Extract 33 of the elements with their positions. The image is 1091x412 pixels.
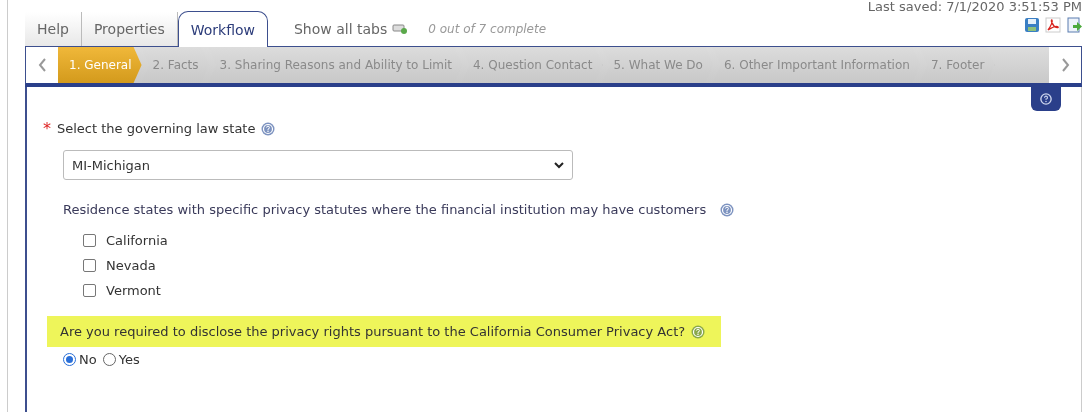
radio-label[interactable]: No — [79, 352, 97, 367]
tab[interactable]: Help — [25, 12, 82, 46]
help-icon[interactable] — [261, 121, 276, 136]
question-text: Are you required to disclose the privacy rights pursuant to the California Consumer Privacy Act? — [60, 324, 686, 339]
radio-label[interactable]: Yes — [118, 352, 140, 367]
required-marker: * — [43, 119, 51, 138]
help-tab[interactable] — [1031, 87, 1061, 111]
pdf-icon[interactable] — [1045, 17, 1061, 33]
show-all-tabs-button[interactable]: Show all tabs — [288, 12, 415, 46]
chevron-down-icon — [554, 161, 564, 169]
checkbox[interactable] — [83, 284, 96, 297]
tab[interactable]: Properties — [81, 12, 178, 46]
help-icon[interactable] — [720, 202, 735, 217]
field-label: Select the governing law state — [57, 121, 256, 136]
radio-button[interactable] — [63, 353, 76, 366]
help-icon[interactable] — [691, 324, 706, 339]
card-plus-icon — [392, 23, 409, 35]
chevron-left-icon — [37, 58, 47, 72]
checkbox-label[interactable]: Vermont — [106, 283, 161, 298]
last-saved-text: Last saved: 7/1/2020 3:51:53 PM — [867, 0, 1082, 14]
help-icon — [1040, 93, 1052, 105]
chevron-right-icon — [1060, 58, 1070, 72]
tab[interactable]: Workflow — [177, 11, 268, 47]
radio-button[interactable] — [102, 353, 116, 366]
checkbox-label[interactable]: California — [106, 233, 168, 248]
state-dropdown[interactable]: MI-Michigan — [63, 150, 573, 180]
field-label: Residence states with specific privacy statutes where the financial institution may have customers — [63, 202, 707, 217]
export-document-icon[interactable] — [1066, 17, 1082, 33]
checkbox[interactable] — [83, 234, 96, 247]
checkbox[interactable] — [83, 259, 96, 272]
checkbox-label[interactable]: Nevada — [106, 258, 156, 273]
progress-text: 0 out of 7 complete — [428, 21, 547, 38]
save-icon[interactable] — [1024, 17, 1040, 33]
